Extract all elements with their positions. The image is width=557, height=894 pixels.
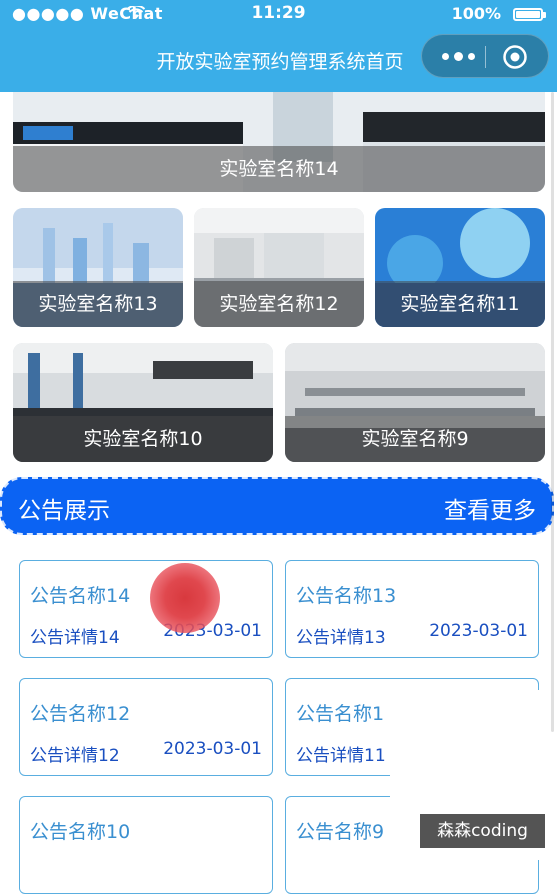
- touch-indicator: [150, 563, 220, 633]
- notice-title: 公告名称1: [296, 703, 385, 725]
- lab-card-11[interactable]: 实验室名称11: [375, 208, 545, 327]
- notice-date: 2023-03-01: [429, 621, 528, 641]
- lab-name: 实验室名称9: [285, 416, 545, 462]
- scrollbar[interactable]: [551, 92, 554, 732]
- lab-card-10[interactable]: 实验室名称10: [13, 343, 273, 462]
- notice-section-title: 公告展示: [18, 498, 110, 524]
- notice-title: 公告名称9: [296, 821, 385, 843]
- battery-percent: 100%: [451, 4, 501, 23]
- notice-title: 公告名称10: [30, 821, 131, 843]
- lab-card-14[interactable]: 实验室名称14: [13, 92, 545, 192]
- battery-icon: [513, 8, 546, 21]
- notice-detail: 公告详情11: [296, 746, 386, 766]
- watermark: 森森coding: [420, 814, 545, 848]
- top-bar: ●●●●● WeChat 11:29 100% 开放实验室预约管理系统首页: [0, 0, 557, 92]
- notice-card[interactable]: 公告名称13 公告详情13 2023-03-01: [285, 560, 539, 658]
- lab-name: 实验室名称12: [194, 281, 364, 327]
- notice-title: 公告名称13: [296, 585, 397, 607]
- notice-title: 公告名称14: [30, 585, 131, 607]
- lab-name: 实验室名称11: [375, 281, 545, 327]
- notice-detail: 公告详情12: [30, 746, 120, 766]
- notice-card[interactable]: 公告名称10: [19, 796, 273, 894]
- notice-section-header: 公告展示 查看更多: [0, 477, 554, 535]
- notice-title: 公告名称12: [30, 703, 131, 725]
- notice-detail: 公告详情13: [296, 628, 386, 648]
- mini-program-capsule: [421, 34, 549, 78]
- view-more-link[interactable]: 查看更多: [444, 491, 536, 525]
- notice-detail: 公告详情14: [30, 628, 120, 648]
- lab-name: 实验室名称13: [13, 281, 183, 327]
- status-bar: ●●●●● WeChat 11:29 100%: [0, 0, 557, 28]
- lab-card-9[interactable]: 实验室名称9: [285, 343, 545, 462]
- lab-card-13[interactable]: 实验室名称13: [13, 208, 183, 327]
- notice-card[interactable]: 公告名称12 公告详情12 2023-03-01: [19, 678, 273, 776]
- more-icon[interactable]: [442, 48, 480, 64]
- lab-name: 实验室名称10: [13, 416, 273, 462]
- page-title: 开放实验室预约管理系统首页: [156, 51, 404, 73]
- lab-name: 实验室名称14: [13, 146, 545, 192]
- lab-card-12[interactable]: 实验室名称12: [194, 208, 364, 327]
- notice-card[interactable]: 公告名称14 公告详情14 2023-03-01: [19, 560, 273, 658]
- notice-date: 2023-03-01: [163, 739, 262, 759]
- close-target-icon[interactable]: [502, 44, 528, 70]
